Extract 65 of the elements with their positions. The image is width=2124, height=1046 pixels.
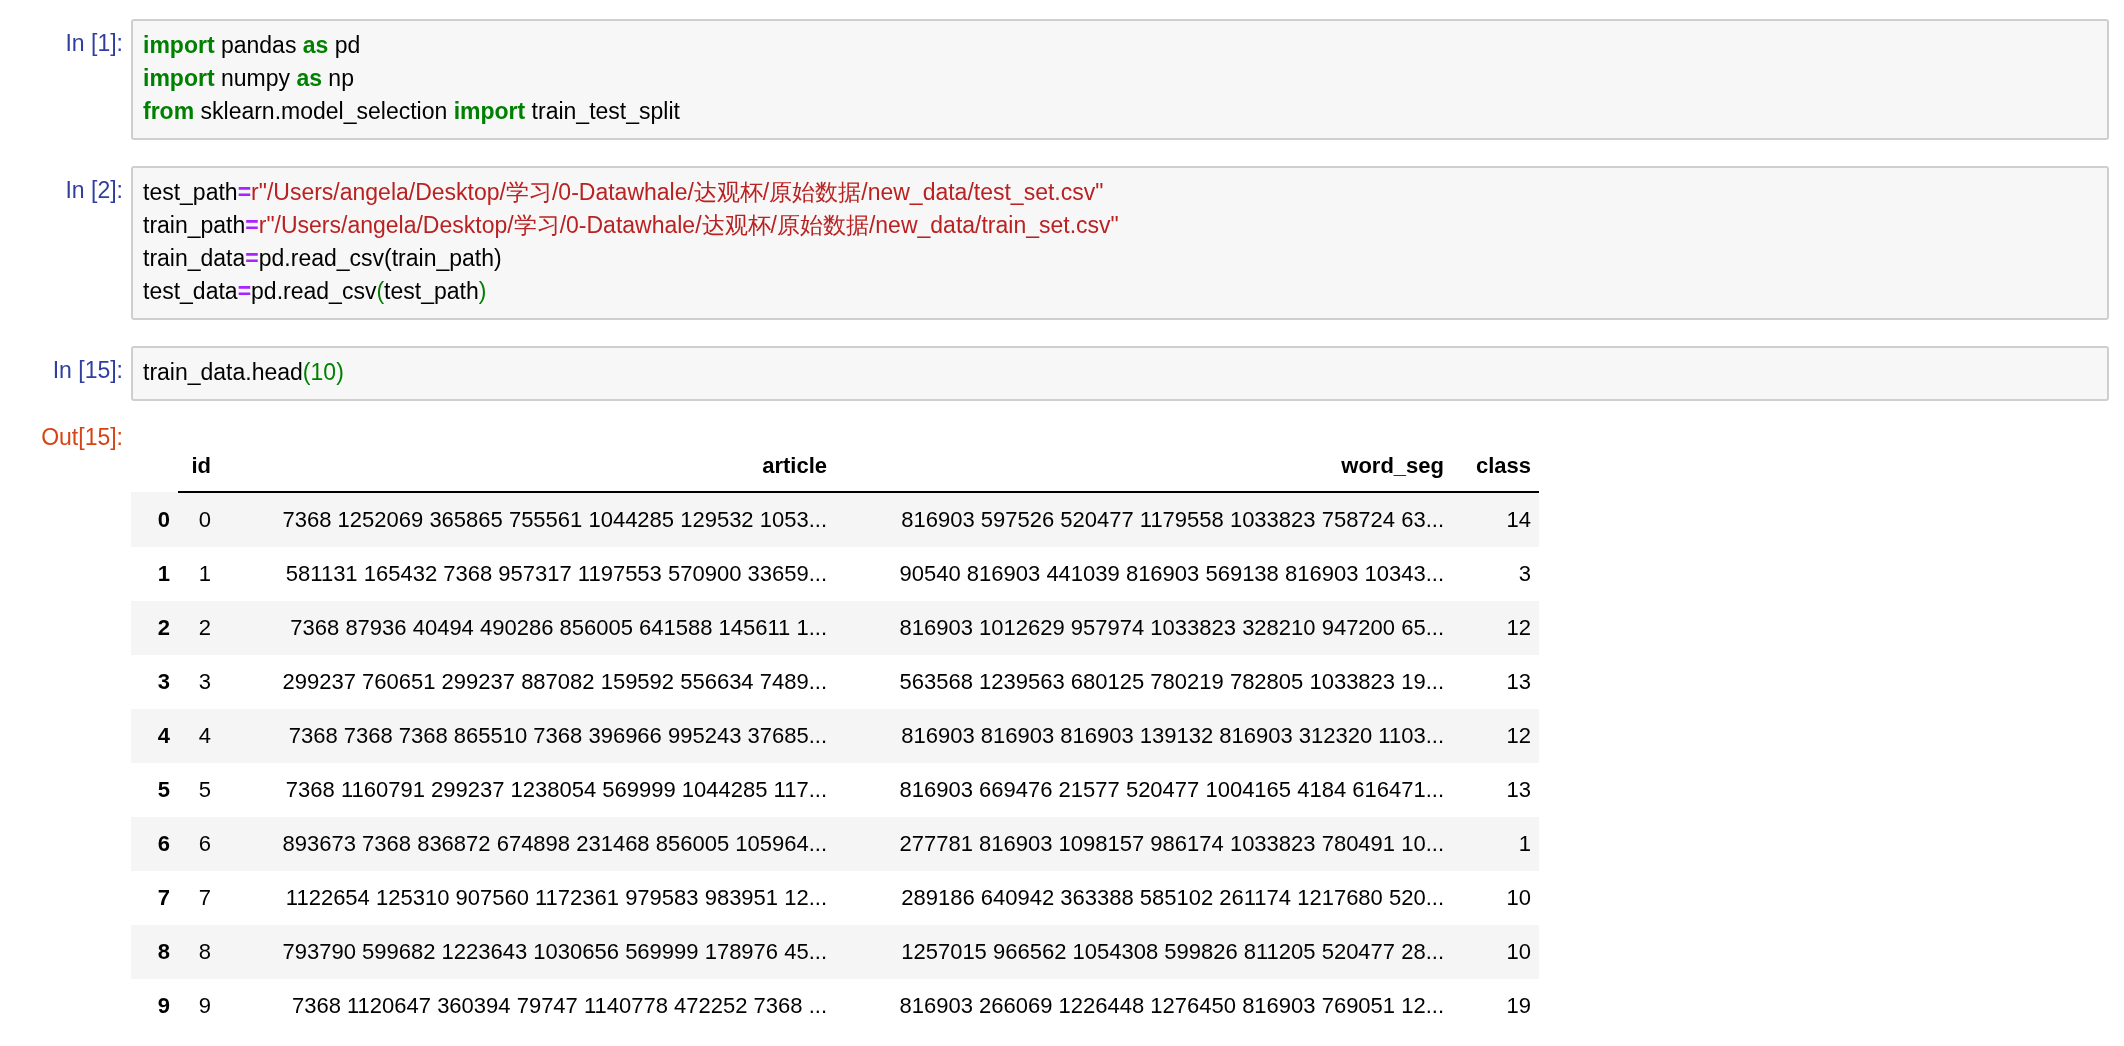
- table-cell: 12: [1452, 709, 1539, 763]
- table-cell: 7368 1160791 299237 1238054 569999 1044285 117...: [219, 763, 835, 817]
- table-cell: 19: [1452, 979, 1539, 1033]
- table-cell: 289186 640942 363388 585102 261174 1217680 520...: [835, 871, 1452, 925]
- row-index: 5: [131, 763, 178, 817]
- table-cell: 3: [1452, 547, 1539, 601]
- row-index: 7: [131, 871, 178, 925]
- table-cell: 13: [1452, 655, 1539, 709]
- table-cell: 7368 7368 7368 865510 7368 396966 995243 37685...: [219, 709, 835, 763]
- table-cell: 14: [1452, 492, 1539, 547]
- table-cell: 816903 669476 21577 520477 1004165 4184 616471...: [835, 763, 1452, 817]
- table-cell: 3: [178, 655, 219, 709]
- code-cell[interactable]: import pandas as pd import numpy as np from sklearn.model_selection import train_test_split: [131, 19, 2109, 140]
- row-index: 3: [131, 655, 178, 709]
- row-index: 6: [131, 817, 178, 871]
- row-index: 9: [131, 979, 178, 1033]
- table-cell: 10: [1452, 925, 1539, 979]
- table-cell: 7368 87936 40494 490286 856005 641588 145611 1...: [219, 601, 835, 655]
- input-prompt: In [2]:: [65, 176, 123, 205]
- code-cell[interactable]: train_data.head(10): [131, 346, 2109, 401]
- input-prompt: In [15]:: [52, 356, 123, 385]
- table-cell: 581131 165432 7368 957317 1197553 570900 33659...: [219, 547, 835, 601]
- row-index: 0: [131, 492, 178, 547]
- table-cell: 277781 816903 1098157 986174 1033823 780491 10...: [835, 817, 1452, 871]
- row-index: 2: [131, 601, 178, 655]
- table-cell: 1257015 966562 1054308 599826 811205 520477 28...: [835, 925, 1452, 979]
- table-cell: 816903 266069 1226448 1276450 816903 769051 12...: [835, 979, 1452, 1033]
- table-cell: 4: [178, 709, 219, 763]
- row-index: 4: [131, 709, 178, 763]
- code-line: import numpy as np: [143, 64, 355, 93]
- table-cell: 816903 1012629 957974 1033823 328210 947200 65...: [835, 601, 1452, 655]
- code-line: from sklearn.model_selection import train_test_split: [143, 97, 681, 126]
- table-cell: 1: [178, 547, 219, 601]
- table-cell: 7368 1120647 360394 79747 1140778 472252 7368 ...: [219, 979, 835, 1033]
- code-line: import pandas as pd: [143, 31, 362, 60]
- table-cell: 0: [178, 492, 219, 547]
- table-cell: 90540 816903 441039 816903 569138 816903 10343...: [835, 547, 1452, 601]
- code-line: train_path=r"/Users/angela/Desktop/学习/0-Datawhale/达观杯/原始数据/new_data/train_set.csv": [143, 211, 1120, 240]
- code-line: train_data.head(10): [143, 358, 345, 387]
- table-cell: 12: [1452, 601, 1539, 655]
- output-prompt: Out[15]:: [41, 423, 123, 452]
- table-cell: 816903 816903 816903 139132 816903 312320 1103...: [835, 709, 1452, 763]
- table-cell: 1: [1452, 817, 1539, 871]
- table-cell: 816903 597526 520477 1179558 1033823 758724 63...: [835, 492, 1452, 547]
- table-cell: 9: [178, 979, 219, 1033]
- table-cell: 2: [178, 601, 219, 655]
- input-prompt: In [1]:: [65, 29, 123, 58]
- table-cell: 793790 599682 1223643 1030656 569999 178976 45...: [219, 925, 835, 979]
- table-cell: 7: [178, 871, 219, 925]
- table-cell: 893673 7368 836872 674898 231468 856005 105964...: [219, 817, 835, 871]
- code-line: train_data=pd.read_csv(train_path): [143, 244, 503, 273]
- table-cell: 6: [178, 817, 219, 871]
- table-cell: 563568 1239563 680125 780219 782805 1033823 19...: [835, 655, 1452, 709]
- row-index: 1: [131, 547, 178, 601]
- row-index: 8: [131, 925, 178, 979]
- table-cell: 13: [1452, 763, 1539, 817]
- code-cell[interactable]: [131, 166, 2109, 320]
- table-cell: 7368 1252069 365865 755561 1044285 129532 1053...: [219, 492, 835, 547]
- table-cell: 1122654 125310 907560 1172361 979583 983951 12...: [219, 871, 835, 925]
- table-cell: 8: [178, 925, 219, 979]
- code-line: test_path=r"/Users/angela/Desktop/学习/0-Datawhale/达观杯/原始数据/new_data/test_set.csv": [143, 178, 1105, 207]
- table-cell: 5: [178, 763, 219, 817]
- table-cell: 10: [1452, 871, 1539, 925]
- code-line: test_data=pd.read_csv(test_path): [143, 277, 488, 306]
- table-cell: 299237 760651 299237 887082 159592 556634 7489...: [219, 655, 835, 709]
